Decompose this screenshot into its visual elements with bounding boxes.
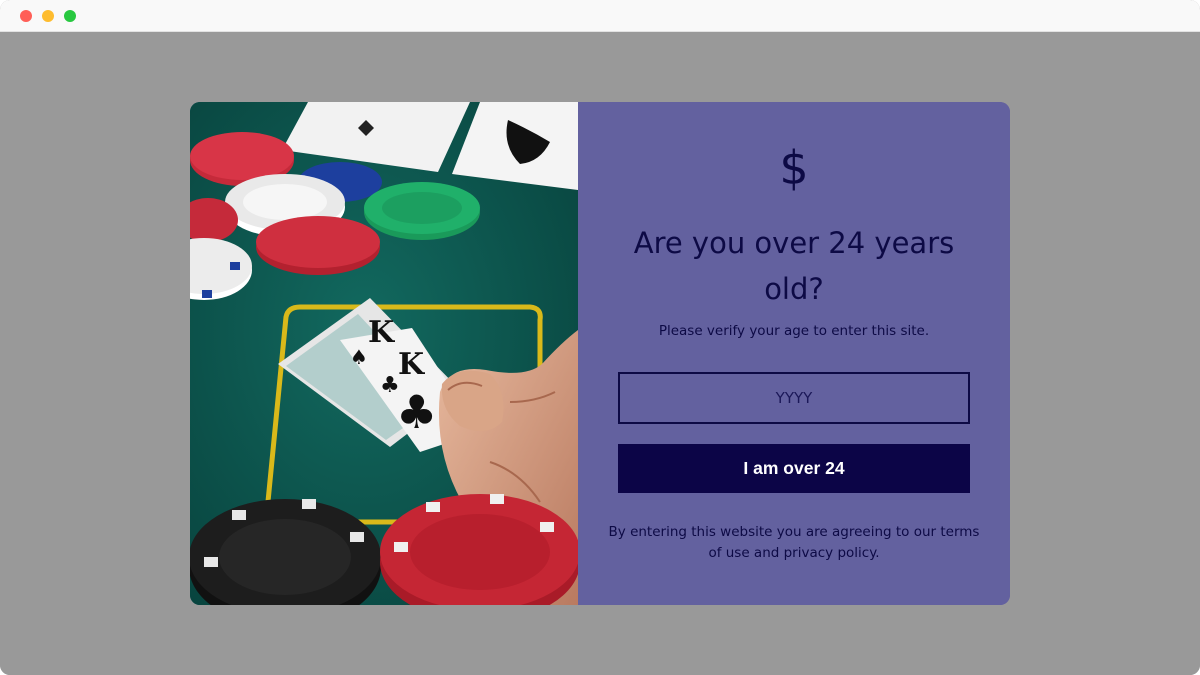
confirm-age-button[interactable]: I am over 24: [618, 444, 970, 493]
verification-instructions: Please verify your age to enter this sit…: [658, 323, 930, 339]
svg-text:K: K: [368, 315, 395, 350]
window-titlebar: [0, 0, 1200, 32]
birth-year-input[interactable]: [618, 372, 970, 424]
dollar-sign-icon: $: [779, 141, 809, 195]
svg-text:♠: ♠: [350, 345, 368, 369]
minimize-window-button[interactable]: [42, 10, 54, 22]
age-verification-modal: K K ♠ ♣ ♣ $ Are you over 24 years old? P…: [190, 102, 1010, 605]
svg-text:♣: ♣: [396, 385, 437, 439]
age-gate-panel: $ Are you over 24 years old? Please veri…: [578, 102, 1010, 605]
maximize-window-button[interactable]: [64, 10, 76, 22]
terms-notice: By entering this website you are agreein…: [608, 524, 980, 561]
svg-text:K: K: [398, 347, 425, 382]
age-question-heading: Are you over 24 years old?: [633, 226, 955, 306]
close-window-button[interactable]: [20, 10, 32, 22]
browser-window: K K ♠ ♣ ♣ $ Are you over 24 years old? P…: [0, 0, 1200, 675]
poker-image: K K ♠ ♣ ♣: [190, 102, 578, 605]
